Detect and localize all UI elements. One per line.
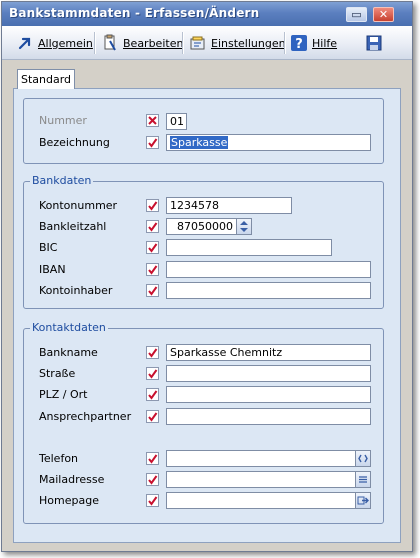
close-icon: ✕	[378, 8, 389, 21]
menu-hilfe-label: Hilfe	[312, 36, 338, 50]
iban-label: IBAN	[39, 263, 66, 276]
telefon-button[interactable]	[355, 450, 371, 467]
einstellungen-icon	[189, 34, 207, 52]
close-button[interactable]: ✕	[373, 7, 394, 22]
strasse-field[interactable]	[166, 365, 371, 382]
plz-ort-checkbox[interactable]	[146, 388, 159, 401]
nummer-label: Nummer	[39, 114, 87, 127]
ansprechpartner-field[interactable]	[166, 408, 371, 425]
save-button[interactable]	[365, 33, 383, 53]
kontaktdaten-title: Kontaktdaten	[30, 321, 108, 334]
check-icon	[148, 454, 158, 464]
bankleitzahl-label: Bankleitzahl	[39, 220, 107, 233]
check-icon	[148, 265, 158, 275]
arrow-icon	[16, 34, 34, 52]
check-icon	[148, 286, 158, 296]
help-icon: ?	[290, 34, 308, 52]
bankname-field[interactable]: Sparkasse Chemnitz	[166, 344, 371, 361]
restore-button[interactable]: ▭	[346, 7, 367, 22]
menu-bearbeiten[interactable]: Bearbeiten	[101, 33, 183, 53]
check-icon	[148, 201, 158, 211]
group-bankdaten: Bankdaten Kontonummer 1234578 Bankleitza…	[23, 175, 384, 309]
check-icon	[148, 138, 158, 148]
toolbar-separator	[284, 32, 286, 54]
menu-bearbeiten-label: Bearbeiten	[123, 36, 184, 50]
bankdaten-title: Bankdaten	[30, 174, 94, 187]
homepage-checkbox[interactable]	[146, 494, 159, 507]
menu-allgemein[interactable]: Allgemein	[16, 33, 93, 53]
svg-text:?: ?	[295, 37, 303, 52]
bezeichnung-label: Bezeichnung	[39, 136, 110, 149]
check-icon	[148, 222, 158, 232]
kontoinhaber-label: Kontoinhaber	[39, 284, 113, 297]
bic-checkbox[interactable]	[146, 241, 159, 254]
save-icon	[365, 34, 383, 52]
homepage-label: Homepage	[39, 494, 99, 507]
dialog-window: Bankstammdaten - Erfassen/Ändern ▭ ✕ All…	[1, 1, 413, 552]
check-icon	[148, 496, 158, 506]
strasse-label: Straße	[39, 367, 76, 380]
bezeichnung-field[interactable]: Sparkasse	[166, 134, 371, 151]
title-bar: Bankstammdaten - Erfassen/Ändern ▭ ✕	[2, 2, 412, 26]
check-icon	[148, 475, 158, 485]
kontonummer-field[interactable]: 1234578	[166, 197, 292, 214]
kontoinhaber-checkbox[interactable]	[146, 284, 159, 297]
plz-ort-field[interactable]	[166, 386, 371, 403]
toolbar-separator	[94, 32, 96, 54]
telefon-checkbox[interactable]	[146, 452, 159, 465]
check-icon	[148, 243, 158, 253]
bezeichnung-value: Sparkasse	[170, 136, 229, 149]
link-icon	[357, 496, 369, 505]
nummer-field[interactable]: 01	[166, 113, 187, 130]
form-panel: Nummer 01 Bezeichnung Sparkasse Bankdate…	[13, 88, 401, 543]
check-icon	[148, 390, 158, 400]
ansprechpartner-label: Ansprechpartner	[39, 410, 132, 423]
menu-einstellungen[interactable]: Einstellungen	[189, 33, 286, 53]
menu-hilfe[interactable]: ? Hilfe	[290, 33, 337, 53]
ansprechpartner-checkbox[interactable]	[146, 410, 159, 423]
telefon-field[interactable]	[166, 450, 356, 467]
bic-label: BIC	[39, 241, 58, 254]
tab-standard[interactable]: Standard	[17, 69, 75, 89]
check-icon	[148, 412, 158, 422]
bankleitzahl-field[interactable]: 87050000	[166, 218, 237, 235]
kontoinhaber-field[interactable]	[166, 282, 371, 299]
bic-field[interactable]	[166, 239, 332, 256]
menu-einstellungen-label: Einstellungen	[211, 36, 286, 50]
homepage-field[interactable]	[166, 492, 356, 509]
menu-allgemein-label: Allgemein	[38, 36, 93, 50]
restore-icon: ▭	[351, 8, 362, 21]
window-title: Bankstammdaten - Erfassen/Ändern	[9, 6, 260, 20]
x-icon	[148, 116, 157, 125]
strasse-checkbox[interactable]	[146, 367, 159, 380]
bankleitzahl-spin-button[interactable]	[236, 218, 252, 235]
iban-field[interactable]	[166, 261, 371, 278]
kontonummer-label: Kontonummer	[39, 199, 118, 212]
mailadresse-button[interactable]	[355, 471, 371, 488]
bearbeiten-icon	[101, 34, 119, 52]
group-allgemein: Nummer 01 Bezeichnung Sparkasse	[23, 98, 384, 164]
bezeichnung-checkbox[interactable]	[146, 136, 159, 149]
toolbar-separator	[182, 32, 184, 54]
mailadresse-checkbox[interactable]	[146, 473, 159, 486]
check-icon	[148, 348, 158, 358]
phone-icon	[358, 454, 368, 463]
bankname-label: Bankname	[39, 346, 98, 359]
toolbar: Allgemein Bearbeiten Einstellungen ? Hil…	[2, 26, 412, 60]
bankname-checkbox[interactable]	[146, 346, 159, 359]
spin-icon	[240, 221, 248, 232]
bankleitzahl-checkbox[interactable]	[146, 220, 159, 233]
plz-ort-label: PLZ / Ort	[39, 388, 88, 401]
iban-checkbox[interactable]	[146, 263, 159, 276]
group-kontaktdaten: Kontaktdaten Bankname Sparkasse Chemnitz…	[23, 322, 384, 524]
homepage-button[interactable]	[355, 492, 371, 509]
mailadresse-field[interactable]	[166, 471, 356, 488]
kontonummer-checkbox[interactable]	[146, 199, 159, 212]
check-icon	[148, 369, 158, 379]
nummer-checkbox[interactable]	[146, 114, 159, 127]
mail-icon	[359, 476, 367, 483]
mailadresse-label: Mailadresse	[39, 473, 105, 486]
telefon-label: Telefon	[39, 452, 79, 465]
